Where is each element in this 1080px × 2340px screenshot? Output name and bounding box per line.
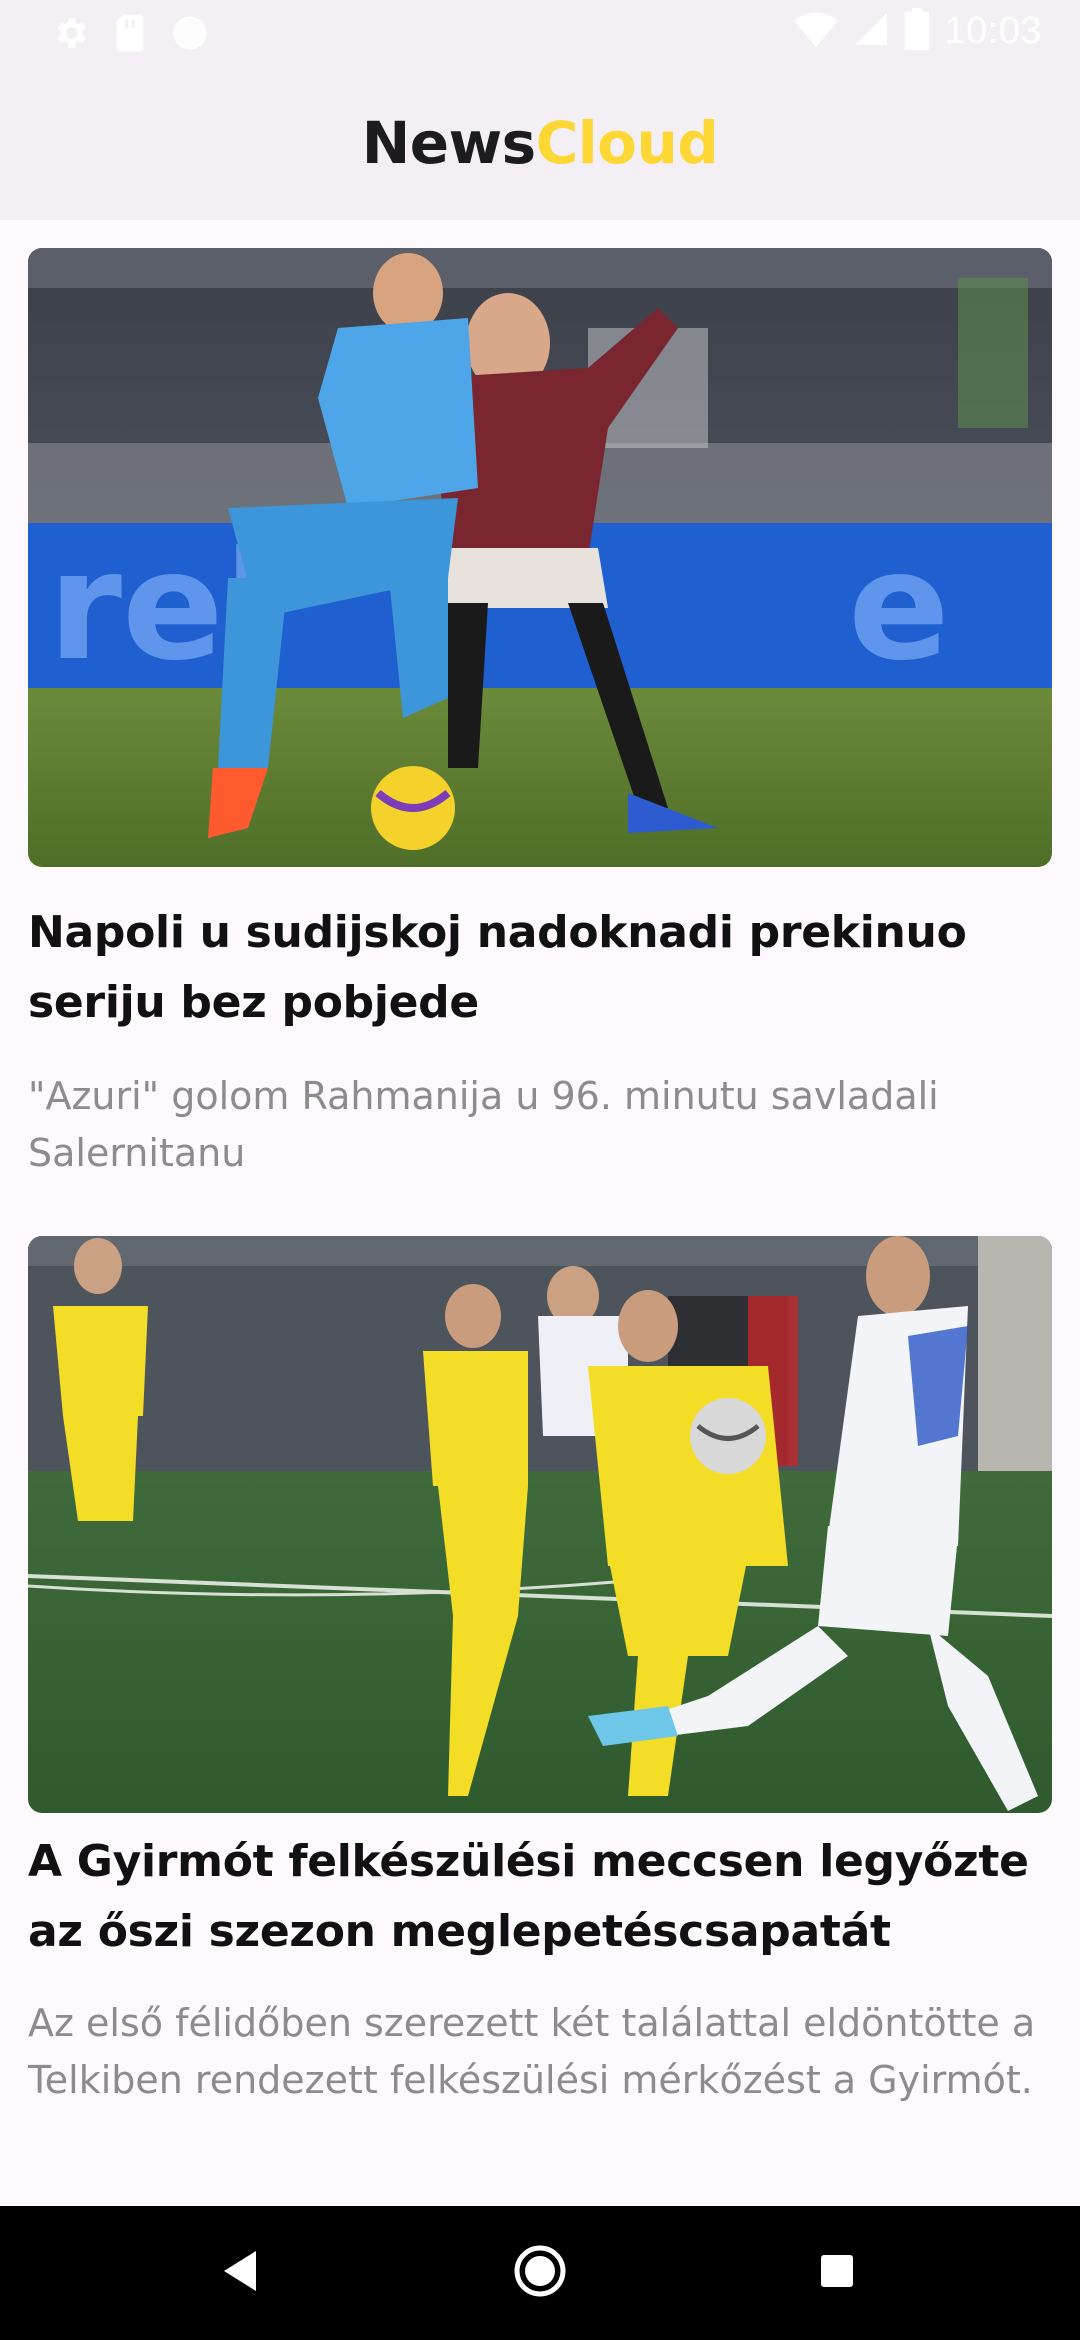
app-bar: NewsCloud [0,66,1080,220]
article-summary: Az első félidőben szerezett két találatt… [28,2001,1036,2102]
article-title[interactable]: A Gyirmót felkészülési meccsen legyőzte … [28,1827,1052,1967]
status-time: 10:03 [944,10,1042,52]
article-image[interactable] [28,1236,1052,1813]
article-card[interactable]: A Gyirmót felkészülési meccsen legyőzte … [28,1236,1052,2109]
article-title[interactable]: Napoli u sudijskoj nadoknadi prekinuo se… [28,898,1052,1038]
gear-icon [50,13,90,58]
back-button[interactable] [170,2206,310,2340]
recents-icon [819,2253,855,2294]
system-nav-bar [0,2206,1080,2340]
app-title-cloud: Cloud [535,109,719,177]
app-title: NewsCloud [362,109,719,177]
back-icon [220,2249,260,2298]
circle-icon [170,13,210,58]
app-title-news: News [361,109,536,177]
battery-icon [904,8,930,55]
home-icon [513,2244,567,2303]
recents-button[interactable] [767,2206,907,2340]
article-summary: "Azuri" golom Rahmanija u 96. minutu sav… [28,1074,939,1175]
wifi-icon [794,9,839,54]
news-feed[interactable]: rel e Napoli u sudijskoj nadoknadi preki… [0,220,1080,2206]
status-bar: 10:03 [0,0,1080,66]
svg-text:e: e [848,520,950,694]
sd-card-icon [112,13,148,58]
article-image[interactable]: rel e [28,248,1052,867]
article-card[interactable]: rel e Napoli u sudijskoj nadoknadi preki… [28,248,1052,1182]
signal-icon [852,10,890,53]
home-button[interactable] [470,2206,610,2340]
